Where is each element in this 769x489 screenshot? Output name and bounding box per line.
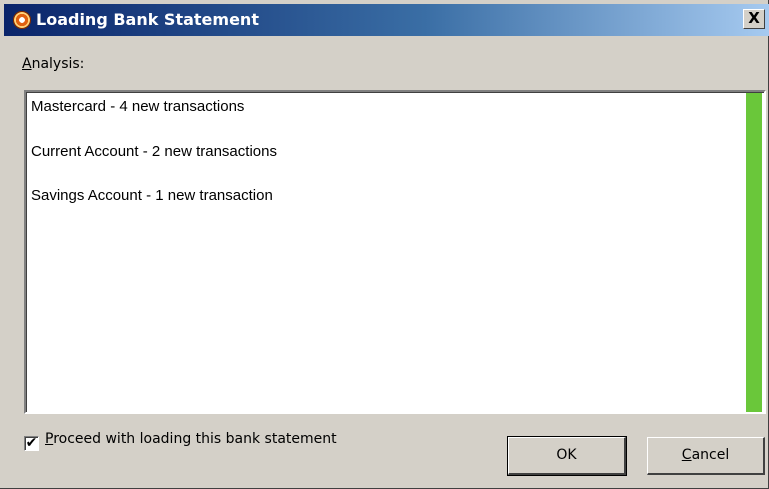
title-bar[interactable]: Loading Bank Statement X	[4, 4, 769, 36]
progress-bar	[746, 93, 762, 412]
window-title: Loading Bank Statement	[36, 10, 259, 29]
dialog-window: Loading Bank Statement X Analysis: Maste…	[0, 0, 769, 489]
analysis-list-content: Mastercard - 4 new transactions Current …	[26, 92, 764, 412]
list-item-current-account: Current Account - 2 new transactions	[31, 143, 277, 160]
check-mark-icon: ✔	[25, 435, 38, 451]
proceed-checkbox-label[interactable]: Proceed with loading this bank statement	[45, 431, 337, 447]
analysis-list[interactable]: Mastercard - 4 new transactions Current …	[24, 90, 766, 414]
proceed-checkbox[interactable]: ✔	[24, 435, 39, 451]
cancel-button[interactable]: Cancel	[647, 437, 765, 475]
progress-fill	[746, 93, 762, 412]
close-button[interactable]: X	[743, 9, 765, 29]
app-icon	[13, 11, 31, 29]
ok-button[interactable]: OK	[507, 436, 627, 476]
list-item-savings-account: Savings Account - 1 new transaction	[31, 187, 273, 204]
analysis-label: Analysis:	[22, 56, 85, 72]
list-item-mastercard: Mastercard - 4 new transactions	[31, 98, 245, 115]
close-icon: X	[748, 9, 760, 27]
